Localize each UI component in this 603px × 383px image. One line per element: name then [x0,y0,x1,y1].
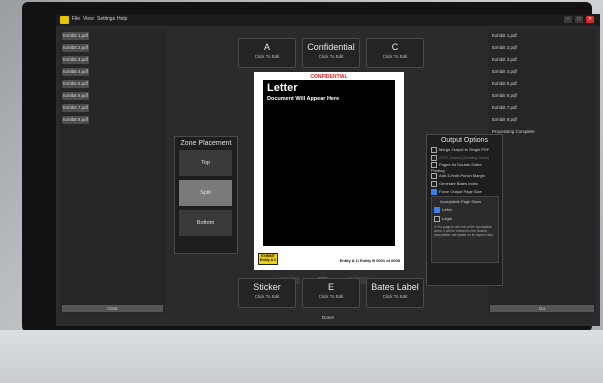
button-label: Sticker [253,282,281,292]
bates-index-checkbox[interactable]: Generate Bates Index [431,181,478,187]
button-label: Bates Label [371,282,419,292]
output-file-item[interactable]: Exhibit 5.pdf [492,81,517,86]
checkbox-checked-icon [431,189,437,195]
zone-placement-title: Zone Placement [180,140,232,147]
option-label: Add 3-Hole-Punch Margin [439,173,486,179]
zone-split-button[interactable]: Split [179,180,232,206]
clear-button[interactable]: Clear [62,305,163,312]
output-file-item[interactable]: Exhibit 3.pdf [492,57,517,62]
output-options-panel: Output Options Merge Output to Single PD… [426,134,503,286]
exhibit-item[interactable]: Exhibit 6.pdf [62,92,89,100]
checkbox-icon [431,155,437,161]
bates-label-button[interactable]: Bates Label Click To Edit [366,278,424,308]
checkbox-icon [431,181,437,187]
exhibit-item[interactable]: Exhibit 1.pdf [62,32,89,40]
zone-b-button[interactable]: Confidential Click To Edit [302,38,360,68]
document-area: Letter Document Will Appear Here [263,80,395,246]
button-sublabel: Click To Edit [318,294,344,299]
sticker-line-2: Entity A 1 [260,258,276,262]
menu-view[interactable]: View [83,16,94,22]
option-label: Force Output Page Size [439,189,482,195]
button-sublabel: Click To Edit [254,54,280,59]
output-file-item[interactable]: Exhibit 8.pdf [492,117,517,122]
output-file-item[interactable]: Exhibit 2.pdf [492,45,517,50]
go-button[interactable]: Go [490,305,594,312]
option-label: OCR Output (Existing Scan) [439,155,490,161]
double-sided-checkbox[interactable]: Pages for Double-Sided Printing [431,162,493,173]
exhibit-item[interactable]: Exhibit 3.pdf [62,56,89,64]
option-label: Merge Output to Single PDF [439,147,490,153]
status-bar: Done! [321,315,334,320]
checkbox-icon [431,173,437,179]
button-sublabel: Click To Edit [382,294,408,299]
hole-punch-checkbox[interactable]: Add 3-Hole-Punch Margin [431,173,485,179]
exhibit-item[interactable]: Exhibit 4.pdf [62,68,89,76]
button-label: C [391,42,399,52]
ocr-output-checkbox[interactable]: OCR Output (Existing Scan) [431,155,489,161]
output-file-item[interactable]: Exhibit 6.pdf [492,93,517,98]
zone-a-button[interactable]: A Click To Edit [238,38,296,68]
menu-settings[interactable]: Settings [97,16,115,22]
close-icon[interactable]: ✕ [586,16,594,23]
output-file-item[interactable]: Exhibit 1.pdf [492,33,517,38]
button-sublabel: Click To Edit [254,294,280,299]
bates-label-preview: Entity A 1/ Entity B 0001 of 0008 [339,258,400,263]
option-label: Legal [442,216,452,222]
exhibit-item[interactable]: Exhibit 7.pdf [62,104,89,112]
button-sublabel: Click To Edit [382,54,408,59]
maximize-icon[interactable]: □ [575,16,583,23]
legal-size-checkbox[interactable]: Legal [434,216,452,222]
letter-size-checkbox[interactable]: Letter [434,207,452,213]
page-size-title: Letter [267,82,298,94]
monitor-chin [0,330,603,383]
output-file-item[interactable]: Exhibit 7.pdf [492,105,517,110]
monitor-bezel: File View Settings Help – □ ✕ Exhibit 1.… [22,2,600,332]
menu-file[interactable]: File [72,16,80,22]
app-logo-icon [60,16,69,24]
output-file-item[interactable]: Exhibit 4.pdf [492,69,517,74]
zone-placement-panel: Zone Placement Top Split Bottom [174,136,238,254]
zone-bottom-button[interactable]: Bottom [179,210,232,236]
title-bar: File View Settings Help – □ ✕ [56,14,600,26]
exhibit-item[interactable]: Exhibit 5.pdf [62,80,89,88]
option-label: Letter [442,207,453,213]
merge-output-checkbox[interactable]: Merge Output to Single PDF [431,147,489,153]
force-page-size-checkbox[interactable]: Force Output Page Size [431,189,482,195]
zone-e-button[interactable]: E Click To Edit [302,278,360,308]
output-options-title: Output Options [440,137,489,144]
button-label: Confidential [307,42,355,52]
checkbox-checked-icon [434,207,440,213]
output-files-panel: Exhibit 1.pdf Exhibit 2.pdf Exhibit 3.pd… [488,30,596,314]
button-label: E [327,282,334,292]
exhibit-list-panel: Exhibit 1.pdf Exhibit 2.pdf Exhibit 3.pd… [60,30,165,314]
page-preview: CONFIDENTIAL Letter Document Will Appear… [254,72,404,270]
checkbox-icon [434,216,440,222]
button-label: A [263,42,270,52]
exhibit-sticker: EXHIBIT Entity A 1 [258,253,278,265]
option-label: Pages for Double-Sided Printing [431,162,482,173]
checkbox-icon [431,147,437,153]
menu-help[interactable]: Help [117,16,127,22]
exhibit-item[interactable]: Exhibit 8.pdf [62,116,89,124]
option-label: Generate Bates Index [439,181,478,187]
app-window: File View Settings Help – □ ✕ Exhibit 1.… [56,14,600,326]
page-sizes-group: Acceptable Page Sizes Letter Legal ⊙ If … [431,196,499,263]
button-sublabel: Click To Edit [318,54,344,59]
zone-top-button[interactable]: Top [179,150,232,176]
document-placeholder: Document Will Appear Here [267,96,340,102]
page-sizes-title: Acceptable Page Sizes [440,199,482,204]
resize-note: ⊙ If a page is not one of the acceptable… [434,225,494,237]
zone-c-button[interactable]: C Click To Edit [366,38,424,68]
exhibit-item[interactable]: Exhibit 2.pdf [62,44,89,52]
minimize-icon[interactable]: – [564,16,572,23]
sticker-button[interactable]: Sticker Click To Edit [238,278,296,308]
